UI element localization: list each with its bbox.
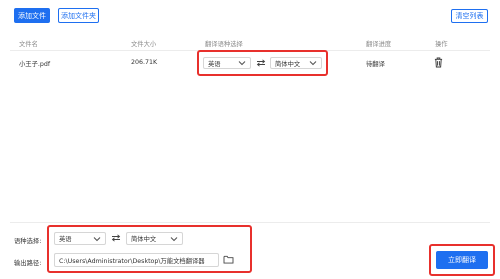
header-language: 翻译语种选择 [205, 41, 243, 48]
row-file-name: 小王子.pdf [19, 61, 51, 68]
delete-icon[interactable] [434, 57, 443, 68]
row-file-size: 206.71K [131, 59, 158, 66]
bottom-divider [10, 222, 490, 223]
translate-button-highlight [429, 244, 495, 276]
bottom-settings-highlight [47, 225, 252, 273]
header-action: 操作 [435, 41, 448, 48]
add-file-button[interactable]: 添加文件 [14, 8, 50, 23]
row-language-highlight [197, 50, 328, 76]
header-file-name: 文件名 [19, 41, 38, 48]
output-path-label: 输出路径: [14, 260, 42, 267]
clear-list-button[interactable]: 清空列表 [451, 9, 488, 23]
language-label: 语种选择: [14, 238, 42, 245]
add-folder-button[interactable]: 添加文件夹 [58, 8, 99, 23]
file-table-header: 文件名 文件大小 翻译语种选择 翻译进度 操作 [10, 38, 490, 50]
header-progress: 翻译进度 [366, 41, 392, 48]
row-status: 待翻译 [366, 61, 385, 68]
header-file-size: 文件大小 [131, 41, 157, 48]
translator-window: 添加文件 添加文件夹 清空列表 文件名 文件大小 翻译语种选择 翻译进度 操作 … [0, 0, 500, 279]
